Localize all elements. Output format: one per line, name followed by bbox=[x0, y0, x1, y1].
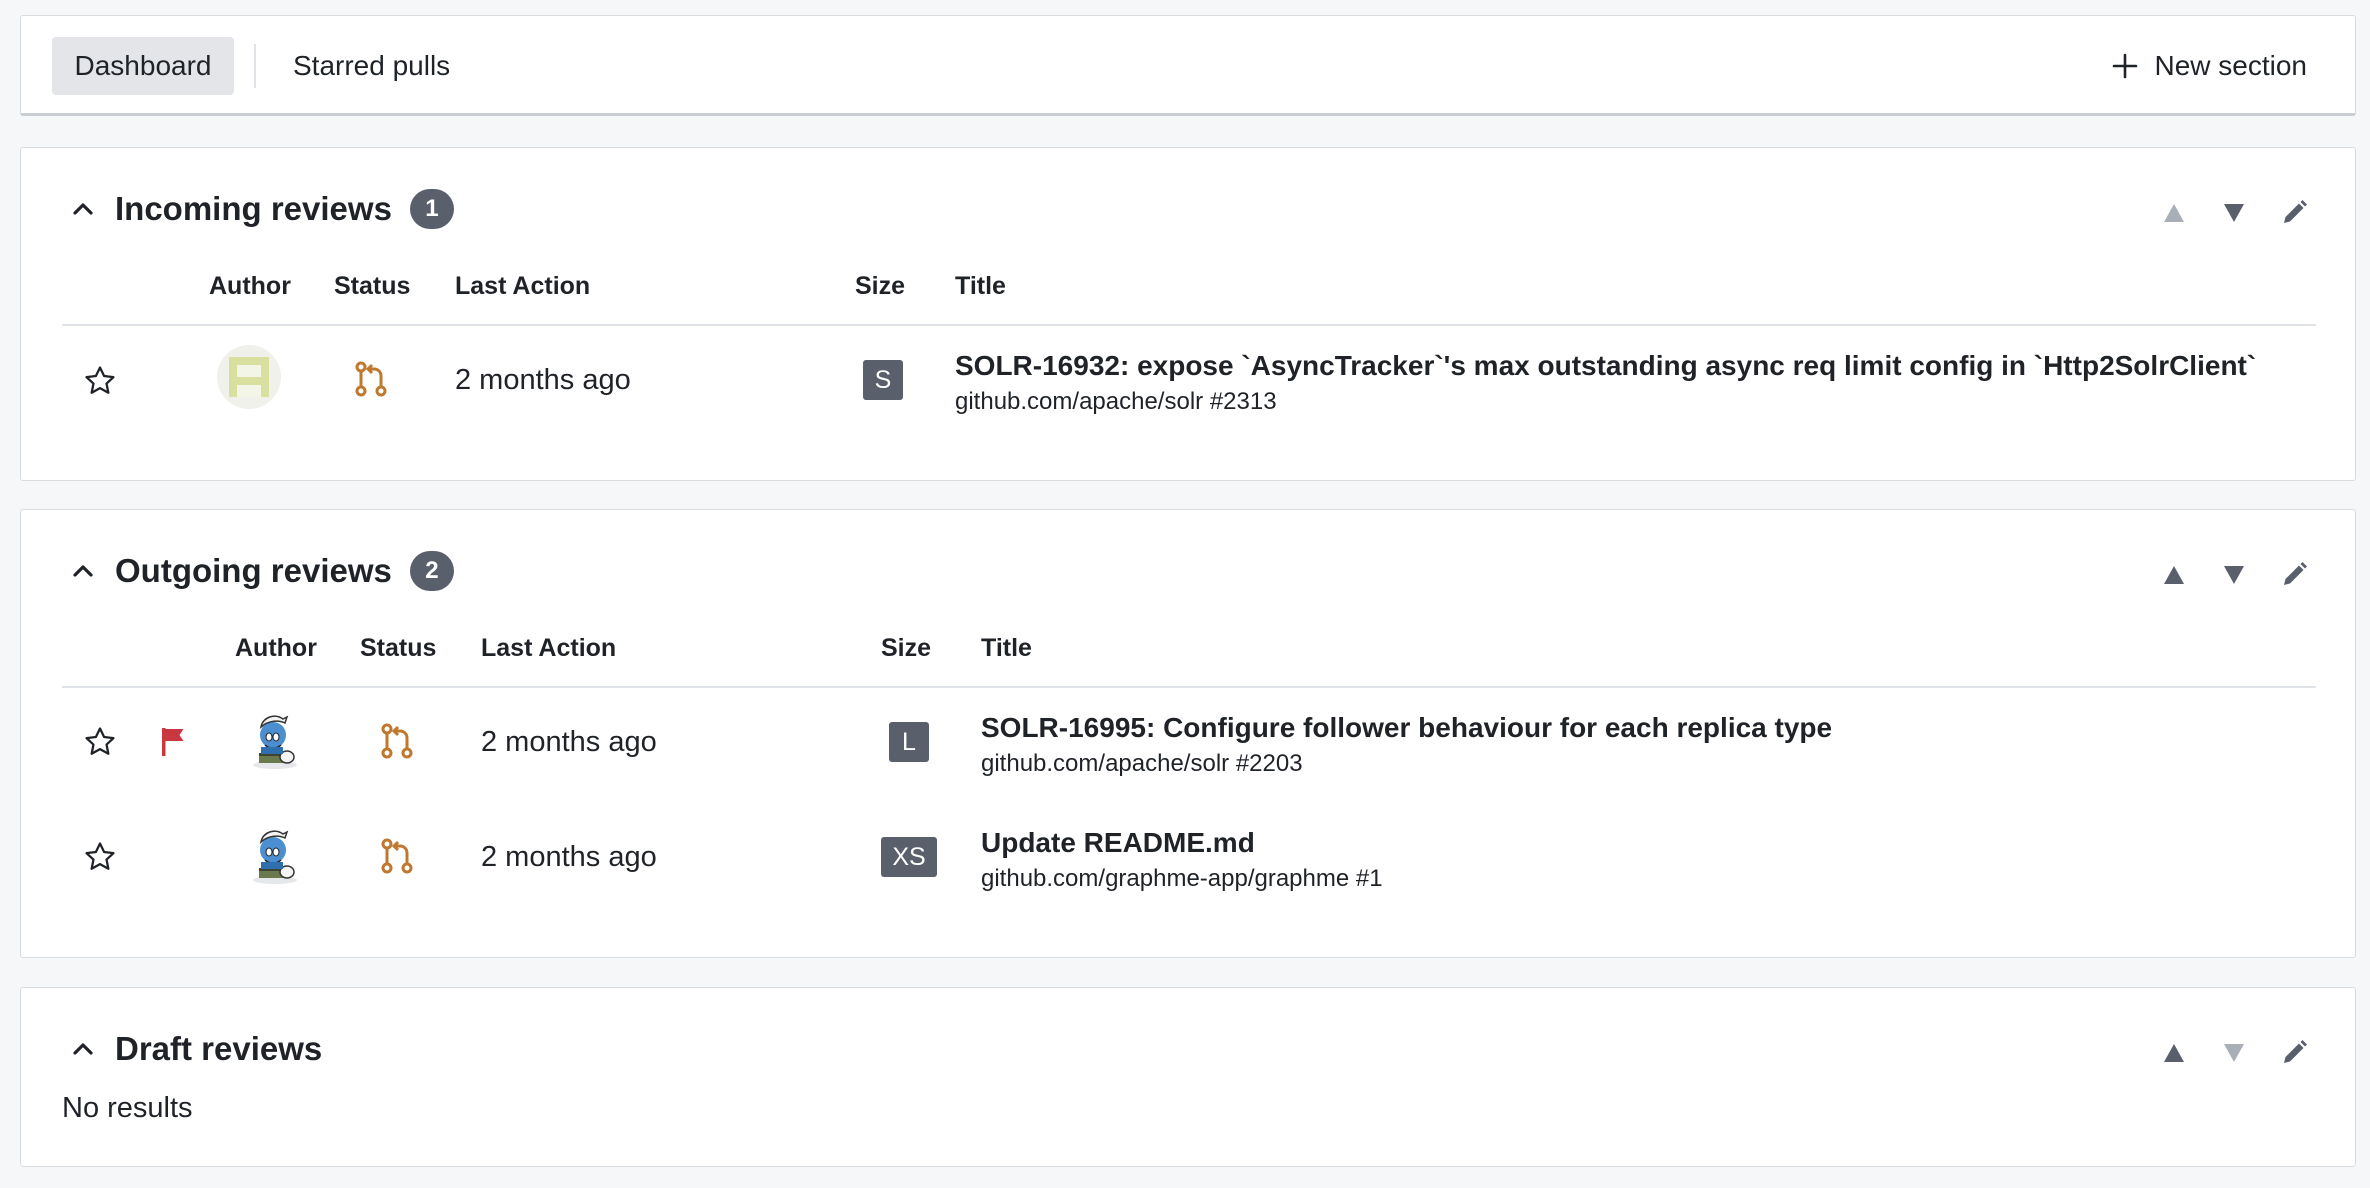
tab-dashboard[interactable]: Dashboard bbox=[52, 37, 234, 95]
pr-repo-link[interactable]: github.com/apache/solr #2313 bbox=[955, 388, 2256, 416]
pull-request-icon bbox=[381, 723, 413, 759]
incoming-reviews-section: Incoming reviews 1 Author Status Last Ac… bbox=[20, 147, 2356, 481]
star-outline-icon bbox=[85, 842, 115, 870]
section-title: Incoming reviews bbox=[115, 190, 392, 227]
triangle-down-icon bbox=[2224, 566, 2244, 584]
avatar-identicon-icon bbox=[217, 345, 281, 409]
triangle-up-icon bbox=[2164, 204, 2184, 222]
pr-title-block: SOLR-16932: expose `AsyncTracker`'s max … bbox=[955, 350, 2256, 416]
flag-marker[interactable] bbox=[159, 724, 195, 760]
star-button[interactable] bbox=[83, 724, 119, 760]
size-badge: XS bbox=[881, 837, 937, 877]
pencil-icon bbox=[2284, 200, 2307, 223]
count-badge: 2 bbox=[409, 551, 454, 591]
count-badge: 1 bbox=[409, 189, 454, 229]
move-down-button[interactable] bbox=[2217, 196, 2251, 230]
star-outline-icon bbox=[85, 727, 115, 755]
status-open-pr bbox=[354, 359, 394, 399]
section-actions bbox=[2157, 558, 2311, 592]
column-header-last-action[interactable]: Last Action bbox=[481, 634, 616, 663]
author-avatar[interactable] bbox=[243, 822, 307, 886]
pr-title-block: SOLR-16995: Configure follower behaviour… bbox=[981, 712, 1832, 778]
author-avatar[interactable] bbox=[217, 345, 281, 409]
triangle-up-icon bbox=[2164, 566, 2184, 584]
section-header: Draft reviews bbox=[63, 1026, 322, 1072]
last-action-text: 2 months ago bbox=[481, 840, 657, 873]
tab-divider bbox=[254, 44, 256, 88]
status-open-pr bbox=[380, 721, 420, 761]
column-header-title[interactable]: Title bbox=[955, 272, 1006, 301]
triangle-up-icon bbox=[2164, 1044, 2184, 1062]
size-badge-cell: L bbox=[889, 722, 929, 762]
avatar-smurf-icon bbox=[253, 830, 297, 884]
plus-icon bbox=[2113, 53, 2138, 79]
triangle-down-icon bbox=[2224, 1044, 2244, 1062]
draft-reviews-section: Draft reviews No results bbox=[20, 987, 2356, 1167]
outgoing-reviews-section: Outgoing reviews 2 Author Status Last Ac… bbox=[20, 509, 2356, 958]
status-open-pr bbox=[380, 836, 420, 876]
header-divider bbox=[62, 324, 2316, 326]
section-header: Outgoing reviews 2 bbox=[63, 548, 454, 594]
pr-title-block: Update README.md github.com/graphme-app/… bbox=[981, 827, 1383, 893]
column-header-title[interactable]: Title bbox=[981, 634, 1032, 663]
size-badge-cell: XS bbox=[881, 837, 937, 877]
edit-section-button[interactable] bbox=[2277, 196, 2311, 230]
dashboard-nav-bar: Dashboard Starred pulls New section bbox=[20, 15, 2356, 116]
pencil-icon bbox=[2284, 562, 2307, 585]
section-header: Incoming reviews 1 bbox=[63, 186, 454, 232]
column-header-status[interactable]: Status bbox=[334, 272, 410, 301]
move-down-button[interactable] bbox=[2217, 558, 2251, 592]
last-action-text: 2 months ago bbox=[481, 725, 657, 758]
pull-request-icon bbox=[381, 838, 413, 874]
move-up-button[interactable] bbox=[2157, 1036, 2191, 1070]
move-down-button[interactable] bbox=[2217, 1036, 2251, 1070]
triangle-down-icon bbox=[2224, 204, 2244, 222]
column-header-last-action[interactable]: Last Action bbox=[455, 272, 590, 301]
empty-state-text: No results bbox=[62, 1092, 193, 1124]
pr-title-link[interactable]: Update README.md bbox=[981, 827, 1383, 859]
column-header-author[interactable]: Author bbox=[235, 634, 317, 663]
new-section-button[interactable]: New section bbox=[2112, 37, 2307, 95]
pr-title-link[interactable]: SOLR-16995: Configure follower behaviour… bbox=[981, 712, 1832, 744]
section-actions bbox=[2157, 1036, 2311, 1070]
flag-icon bbox=[162, 728, 184, 756]
star-outline-icon bbox=[85, 366, 115, 394]
last-action-text: 2 months ago bbox=[455, 363, 631, 396]
size-badge-cell: S bbox=[863, 360, 903, 400]
collapse-chevron-icon[interactable] bbox=[63, 551, 103, 591]
new-section-label: New section bbox=[2154, 50, 2307, 81]
author-avatar[interactable] bbox=[243, 707, 307, 771]
section-title: Outgoing reviews bbox=[115, 552, 392, 589]
pr-repo-link[interactable]: github.com/graphme-app/graphme #1 bbox=[981, 865, 1383, 893]
section-title: Draft reviews bbox=[115, 1030, 323, 1067]
header-divider bbox=[62, 686, 2316, 688]
star-button[interactable] bbox=[83, 363, 119, 399]
size-badge: S bbox=[863, 360, 903, 400]
collapse-chevron-icon[interactable] bbox=[63, 1029, 103, 1069]
pr-repo-link[interactable]: github.com/apache/solr #2203 bbox=[981, 750, 1832, 778]
pull-request-icon bbox=[355, 361, 387, 397]
section-actions bbox=[2157, 196, 2311, 230]
pencil-icon bbox=[2284, 1040, 2307, 1063]
size-badge: L bbox=[889, 722, 929, 762]
move-up-button[interactable] bbox=[2157, 196, 2191, 230]
star-button[interactable] bbox=[83, 839, 119, 875]
avatar-smurf-icon bbox=[253, 715, 297, 769]
column-header-size[interactable]: Size bbox=[881, 634, 931, 663]
pr-title-link[interactable]: SOLR-16932: expose `AsyncTracker`'s max … bbox=[955, 350, 2256, 382]
column-header-size[interactable]: Size bbox=[855, 272, 905, 301]
edit-section-button[interactable] bbox=[2277, 558, 2311, 592]
edit-section-button[interactable] bbox=[2277, 1036, 2311, 1070]
column-header-status[interactable]: Status bbox=[360, 634, 436, 663]
move-up-button[interactable] bbox=[2157, 558, 2191, 592]
collapse-chevron-icon[interactable] bbox=[63, 189, 103, 229]
column-header-author[interactable]: Author bbox=[209, 272, 291, 301]
tab-starred-pulls[interactable]: Starred pulls bbox=[293, 37, 450, 95]
